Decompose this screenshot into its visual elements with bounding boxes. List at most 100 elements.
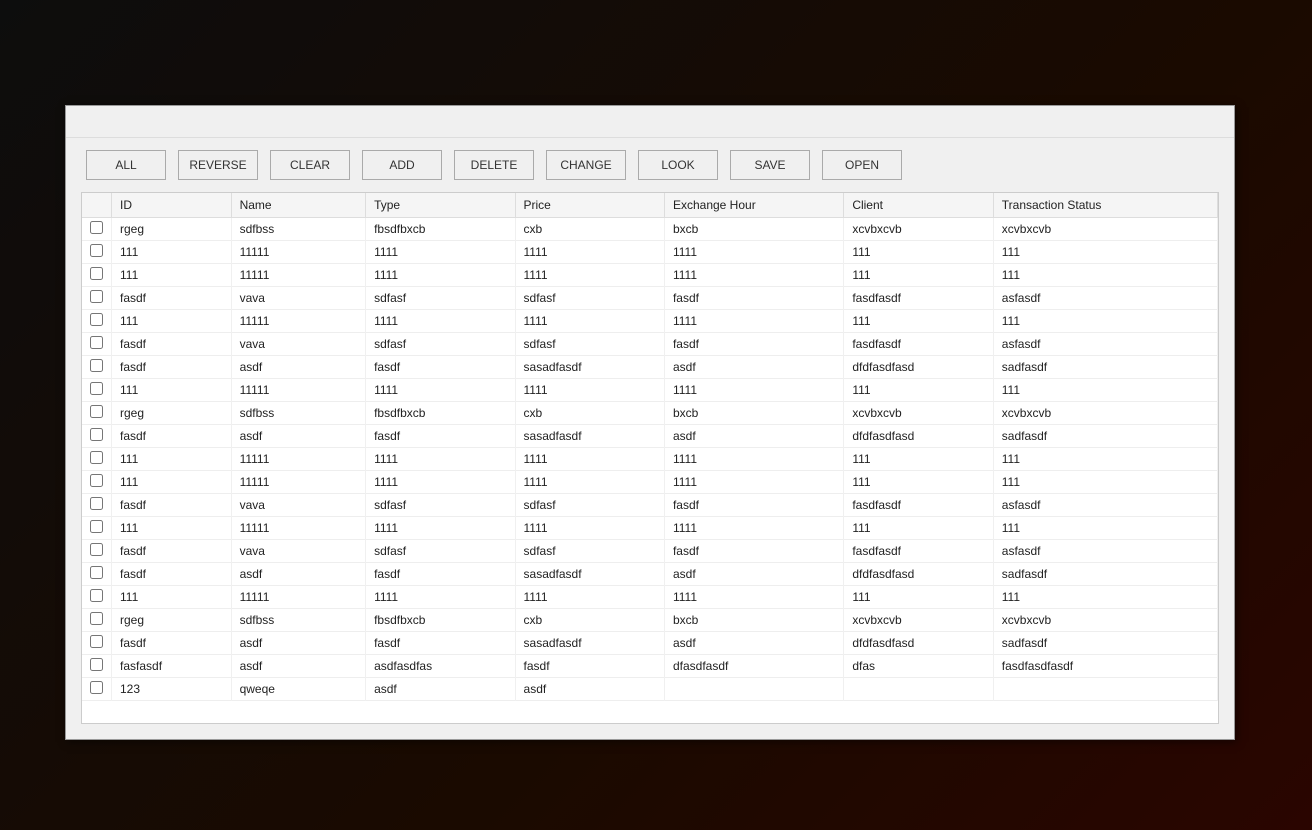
row-checkbox[interactable] [90, 359, 103, 372]
cell-6: 111 [993, 586, 1217, 609]
close-button[interactable] [1204, 112, 1224, 132]
cell-4: 1111 [664, 448, 843, 471]
cell-2: fasdf [366, 563, 515, 586]
row-checkbox[interactable] [90, 566, 103, 579]
cell-2: 1111 [366, 310, 515, 333]
row-checkbox[interactable] [90, 497, 103, 510]
cell-1: sdfbss [231, 609, 366, 632]
cell-5: 111 [844, 448, 993, 471]
cell-0: 111 [112, 310, 232, 333]
cell-4 [664, 678, 843, 701]
row-checkbox[interactable] [90, 612, 103, 625]
table-row[interactable]: fasdfasdffasdfsasadfasdfasdfdfdfasdfasds… [82, 563, 1218, 586]
cell-6: sadfasdf [993, 632, 1217, 655]
header-price: Price [515, 193, 664, 218]
cell-1: asdf [231, 632, 366, 655]
cell-3: 1111 [515, 586, 664, 609]
cell-0: fasdf [112, 287, 232, 310]
row-checkbox[interactable] [90, 267, 103, 280]
cell-4: 1111 [664, 471, 843, 494]
table-row[interactable]: 123qweqeasdfasdf [82, 678, 1218, 701]
table-row[interactable]: fasdfvavasdfasfsdfasffasdffasdfasdfasfas… [82, 287, 1218, 310]
cell-4: 1111 [664, 586, 843, 609]
cell-0: 111 [112, 379, 232, 402]
cell-6: sadfasdf [993, 425, 1217, 448]
cell-0: 111 [112, 264, 232, 287]
cell-5 [844, 678, 993, 701]
save-button[interactable]: SAVE [730, 150, 810, 180]
row-checkbox[interactable] [90, 451, 103, 464]
table-row[interactable]: rgegsdfbssfbsdfbxcbcxbbxcbxcvbxcvbxcvbxc… [82, 402, 1218, 425]
reverse-button[interactable]: REVERSE [178, 150, 258, 180]
cell-0: 123 [112, 678, 232, 701]
table-row[interactable]: 11111111111111111111111111 [82, 241, 1218, 264]
row-checkbox[interactable] [90, 336, 103, 349]
cell-0: rgeg [112, 609, 232, 632]
all-button[interactable]: ALL [86, 150, 166, 180]
cell-4: asdf [664, 356, 843, 379]
row-checkbox[interactable] [90, 589, 103, 602]
cell-4: 1111 [664, 379, 843, 402]
cell-5: 111 [844, 517, 993, 540]
table-row[interactable]: 11111111111111111111111111 [82, 471, 1218, 494]
row-checkbox[interactable] [90, 474, 103, 487]
row-checkbox[interactable] [90, 405, 103, 418]
table-row[interactable]: 11111111111111111111111111 [82, 264, 1218, 287]
cell-4: asdf [664, 425, 843, 448]
row-checkbox[interactable] [90, 681, 103, 694]
cell-6: asfasdf [993, 540, 1217, 563]
clear-button[interactable]: CLEAR [270, 150, 350, 180]
row-checkbox[interactable] [90, 244, 103, 257]
cell-6: asfasdf [993, 494, 1217, 517]
table-wrapper[interactable]: ID Name Type Price Exchange Hour Client … [82, 193, 1218, 723]
cell-5: dfdfasdfasd [844, 563, 993, 586]
cell-0: 111 [112, 241, 232, 264]
delete-button[interactable]: DELETE [454, 150, 534, 180]
table-row[interactable]: 11111111111111111111111111 [82, 517, 1218, 540]
table-row[interactable]: fasdfasdffasdfsasadfasdfasdfdfdfasdfasds… [82, 632, 1218, 655]
cell-2: 1111 [366, 586, 515, 609]
cell-6: fasdfasdfasdf [993, 655, 1217, 678]
table-row[interactable]: fasdfvavasdfasfsdfasffasdffasdfasdfasfas… [82, 540, 1218, 563]
row-checkbox[interactable] [90, 382, 103, 395]
row-checkbox[interactable] [90, 313, 103, 326]
cell-3: 1111 [515, 379, 664, 402]
table-row[interactable]: rgegsdfbssfbsdfbxcbcxbbxcbxcvbxcvbxcvbxc… [82, 218, 1218, 241]
cell-2: fasdf [366, 425, 515, 448]
table-row[interactable]: 11111111111111111111111111 [82, 310, 1218, 333]
table-row[interactable]: rgegsdfbssfbsdfbxcbcxbbxcbxcvbxcvbxcvbxc… [82, 609, 1218, 632]
cell-1: asdf [231, 356, 366, 379]
table-row[interactable]: fasdfasdffasdfsasadfasdfasdfdfdfasdfasds… [82, 425, 1218, 448]
look-button[interactable]: LOOK [638, 150, 718, 180]
table-row[interactable]: fasfasdfasdfasdfasdfasfasdfdfasdfasdfdfa… [82, 655, 1218, 678]
cell-4: 1111 [664, 517, 843, 540]
cell-3: sasadfasdf [515, 425, 664, 448]
cell-5: dfas [844, 655, 993, 678]
open-button[interactable]: OPEN [822, 150, 902, 180]
row-checkbox[interactable] [90, 658, 103, 671]
row-checkbox[interactable] [90, 543, 103, 556]
cell-5: 111 [844, 310, 993, 333]
change-button[interactable]: CHANGE [546, 150, 626, 180]
table-row[interactable]: 11111111111111111111111111 [82, 448, 1218, 471]
cell-1: 11111 [231, 448, 366, 471]
cell-6: xcvbxcvb [993, 218, 1217, 241]
cell-0: 111 [112, 448, 232, 471]
table-row[interactable]: 11111111111111111111111111 [82, 586, 1218, 609]
table-row[interactable]: fasdfvavasdfasfsdfasffasdffasdfasdfasfas… [82, 333, 1218, 356]
cell-4: bxcb [664, 218, 843, 241]
row-checkbox[interactable] [90, 428, 103, 441]
cell-0: 111 [112, 517, 232, 540]
cell-3: 1111 [515, 471, 664, 494]
row-checkbox[interactable] [90, 520, 103, 533]
table-row[interactable]: fasdfasdffasdfsasadfasdfasdfdfdfasdfasds… [82, 356, 1218, 379]
cell-4: dfasdfasdf [664, 655, 843, 678]
row-checkbox[interactable] [90, 290, 103, 303]
table-row[interactable]: 11111111111111111111111111 [82, 379, 1218, 402]
cell-5: dfdfasdfasd [844, 425, 993, 448]
add-button[interactable]: ADD [362, 150, 442, 180]
row-checkbox[interactable] [90, 221, 103, 234]
row-checkbox[interactable] [90, 635, 103, 648]
table-row[interactable]: fasdfvavasdfasfsdfasffasdffasdfasdfasfas… [82, 494, 1218, 517]
cell-0: fasdf [112, 632, 232, 655]
